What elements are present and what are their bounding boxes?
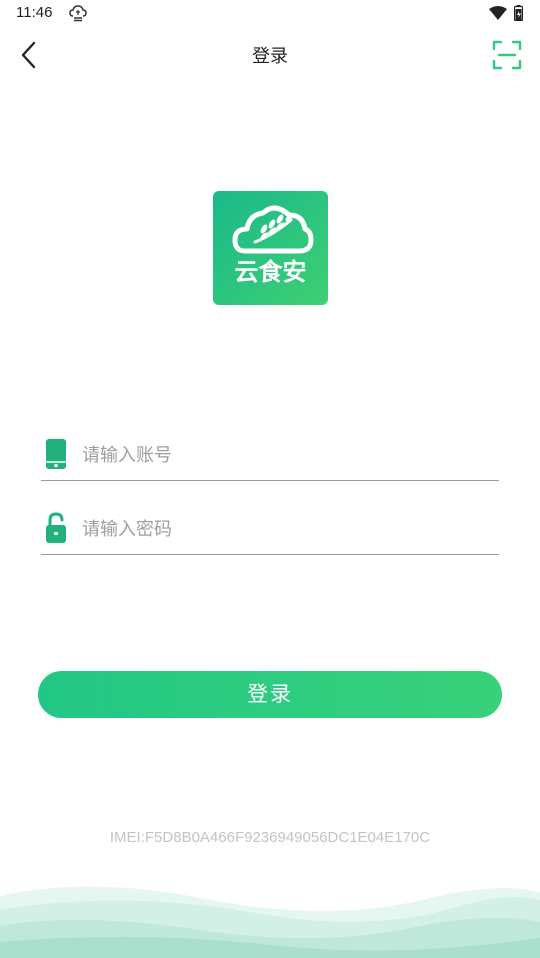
battery-icon — [514, 5, 523, 21]
status-time: 11:46 — [16, 4, 53, 21]
account-input[interactable] — [82, 440, 482, 470]
cloud-wheat-icon: 云食安 — [232, 205, 314, 286]
phone-icon — [46, 439, 66, 469]
password-field — [41, 510, 499, 555]
page-title: 登录 — [252, 46, 288, 67]
imei-text: IMEI:F5D8B0A466F9236949056DC1E04E170C — [109, 829, 431, 846]
status-bar: 11:46 — [0, 0, 540, 28]
chevron-left-icon[interactable] — [16, 38, 44, 72]
account-field — [41, 436, 499, 481]
wifi-icon — [489, 6, 507, 20]
password-input[interactable] — [82, 514, 482, 544]
scan-icon[interactable] — [490, 38, 524, 72]
login-button[interactable]: 登录 — [38, 671, 502, 718]
decorative-waves — [0, 886, 540, 958]
app-logo: 云食安 — [213, 191, 328, 305]
login-screen: 11:46 登录 云食安 请输入账号 登录 IMEI:F5D8B0A466F92… — [0, 0, 540, 958]
logo-text: 云食安 — [235, 258, 307, 286]
cloud-sync-icon — [69, 5, 87, 22]
lock-icon — [46, 512, 66, 543]
